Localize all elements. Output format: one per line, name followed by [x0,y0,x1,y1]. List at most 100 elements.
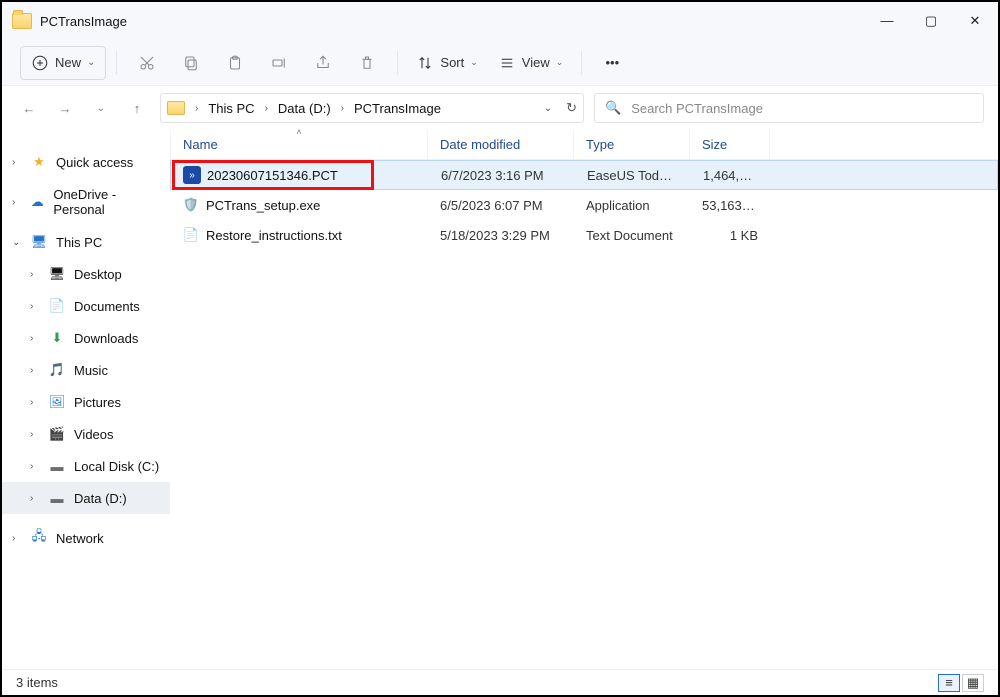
paste-button[interactable] [215,46,255,80]
chevron-right-icon: › [12,157,22,168]
sidebar-label: Music [74,363,108,378]
new-label: New [55,55,81,70]
chevron-right-icon: › [30,301,40,312]
file-row[interactable]: 📄Restore_instructions.txt 5/18/2023 3:29… [170,220,998,250]
window-title: PCTransImage [40,14,127,29]
caret-down-icon: ⌄ [556,57,564,68]
chevron-right-icon: › [30,461,40,472]
back-button[interactable]: ← [16,101,42,116]
sidebar-item-downloads[interactable]: ›⬇Downloads [2,322,170,354]
disk-icon: ▬ [48,458,66,474]
crumb-pctransimage[interactable]: PCTransImage [350,101,445,116]
sidebar-item-onedrive[interactable]: ›☁OneDrive - Personal [2,186,170,218]
file-name: Restore_instructions.txt [206,228,342,243]
search-box[interactable]: 🔍 [594,93,984,123]
sidebar-label: Videos [74,427,114,442]
file-row[interactable]: 🛡️PCTrans_setup.exe 6/5/2023 6:07 PM App… [170,190,998,220]
up-button[interactable]: ↑ [124,101,150,116]
sidebar-label: Desktop [74,267,122,282]
col-label: Type [586,137,614,152]
copy-button[interactable] [171,46,211,80]
sidebar-item-pictures[interactable]: ›🖼Pictures [2,386,170,418]
col-name[interactable]: Name ˄ [170,130,428,159]
sidebar-label: This PC [56,235,102,250]
delete-button[interactable] [347,46,387,80]
recent-caret[interactable]: ⌄ [88,103,114,114]
close-button[interactable]: ✕ [968,13,982,29]
trash-icon [358,54,376,72]
crumb-data-d[interactable]: Data (D:) [274,101,335,116]
col-label: Date modified [440,137,520,152]
sidebar-label: OneDrive - Personal [53,187,160,217]
file-list: Name ˄ Date modified Type Size »202306071… [170,130,998,669]
pc-icon: 🖥 [30,234,48,250]
sidebar-item-videos[interactable]: ›🎬Videos [2,418,170,450]
share-icon [314,54,332,72]
sort-button[interactable]: Sort ⌄ [408,46,485,80]
chevron-right-icon: › [30,269,40,280]
separator [581,51,582,75]
file-size: 1 KB [690,228,770,243]
file-name: PCTrans_setup.exe [206,198,320,213]
folder-icon [167,101,185,115]
sidebar-item-local-disk-c[interactable]: ›▬Local Disk (C:) [2,450,170,482]
address-caret[interactable]: ⌄ [544,103,552,114]
sort-icon [416,54,434,72]
item-count: 3 items [16,675,58,690]
exe-file-icon: 🛡️ [182,196,200,214]
address-bar[interactable]: › This PC › Data (D:) › PCTransImage ⌄ ↻ [160,93,584,123]
rename-button[interactable] [259,46,299,80]
copy-icon [182,54,200,72]
cut-button[interactable] [127,46,167,80]
col-type[interactable]: Type [574,130,690,159]
nav-pane: ›★Quick access › ☁ OneDrive - Personal ⌄ 🖥 T… [2,130,170,669]
file-date: 5/18/2023 3:29 PM [428,228,574,243]
col-date[interactable]: Date modified [428,130,574,159]
sidebar-item-network[interactable]: › 🖧 Network [2,522,170,554]
sidebar-item-music[interactable]: ›🎵Music [2,354,170,386]
sidebar-item-documents[interactable]: ›📄Documents [2,290,170,322]
network-icon: 🖧 [30,530,48,546]
sidebar-item-data-d[interactable]: ›▬Data (D:) [2,482,170,514]
minimize-button[interactable]: — [880,13,894,29]
file-date: 6/7/2023 3:16 PM [429,168,575,183]
view-button[interactable]: View ⌄ [490,46,572,80]
separator [397,51,398,75]
sidebar-item-this-pc[interactable]: ⌄ 🖥 This PC [2,226,170,258]
music-icon: 🎵 [48,362,66,378]
search-input[interactable] [631,101,973,116]
refresh-button[interactable]: ↻ [566,100,577,116]
forward-button[interactable]: → [52,101,78,116]
caret-down-icon: ⌄ [470,57,478,68]
details-view-button[interactable]: ≡ [938,674,960,692]
document-icon: 📄 [48,298,66,314]
nav-bar: ← → ⌄ ↑ › This PC › Data (D:) › PCTransI… [2,86,998,130]
cloud-icon: ☁ [29,194,45,210]
sidebar-item-desktop[interactable]: › 🖥 Desktop [2,258,170,290]
scissors-icon [138,54,156,72]
sidebar-item-quick-access[interactable]: ›★Quick access [2,146,170,178]
more-button[interactable]: ••• [592,46,632,80]
share-button[interactable] [303,46,343,80]
chevron-down-icon: ⌄ [12,237,22,248]
status-view-toggle: ≡ ▦ [938,674,984,692]
file-row[interactable]: »20230607151346.PCT 6/7/2023 3:16 PM Eas… [170,160,998,190]
maximize-button[interactable]: ▢ [924,13,938,29]
rename-icon [270,54,288,72]
chevron-right-icon: › [30,493,40,504]
sidebar-label: Downloads [74,331,138,346]
chevron-right-icon: › [12,533,22,544]
desktop-icon: 🖥 [48,266,66,282]
sidebar-label: Pictures [74,395,121,410]
crumb-this-pc[interactable]: This PC [204,101,258,116]
chevron-right-icon: › [339,103,346,114]
sort-asc-icon: ˄ [296,127,301,137]
sidebar-label: Data (D:) [74,491,127,506]
sidebar-label: Network [56,531,104,546]
video-icon: 🎬 [48,426,66,442]
caret-down-icon: ⌄ [87,57,95,68]
large-icons-view-button[interactable]: ▦ [962,674,984,692]
col-size[interactable]: Size [690,130,770,159]
col-label: Name [183,137,218,152]
new-button[interactable]: New ⌄ [20,46,106,80]
